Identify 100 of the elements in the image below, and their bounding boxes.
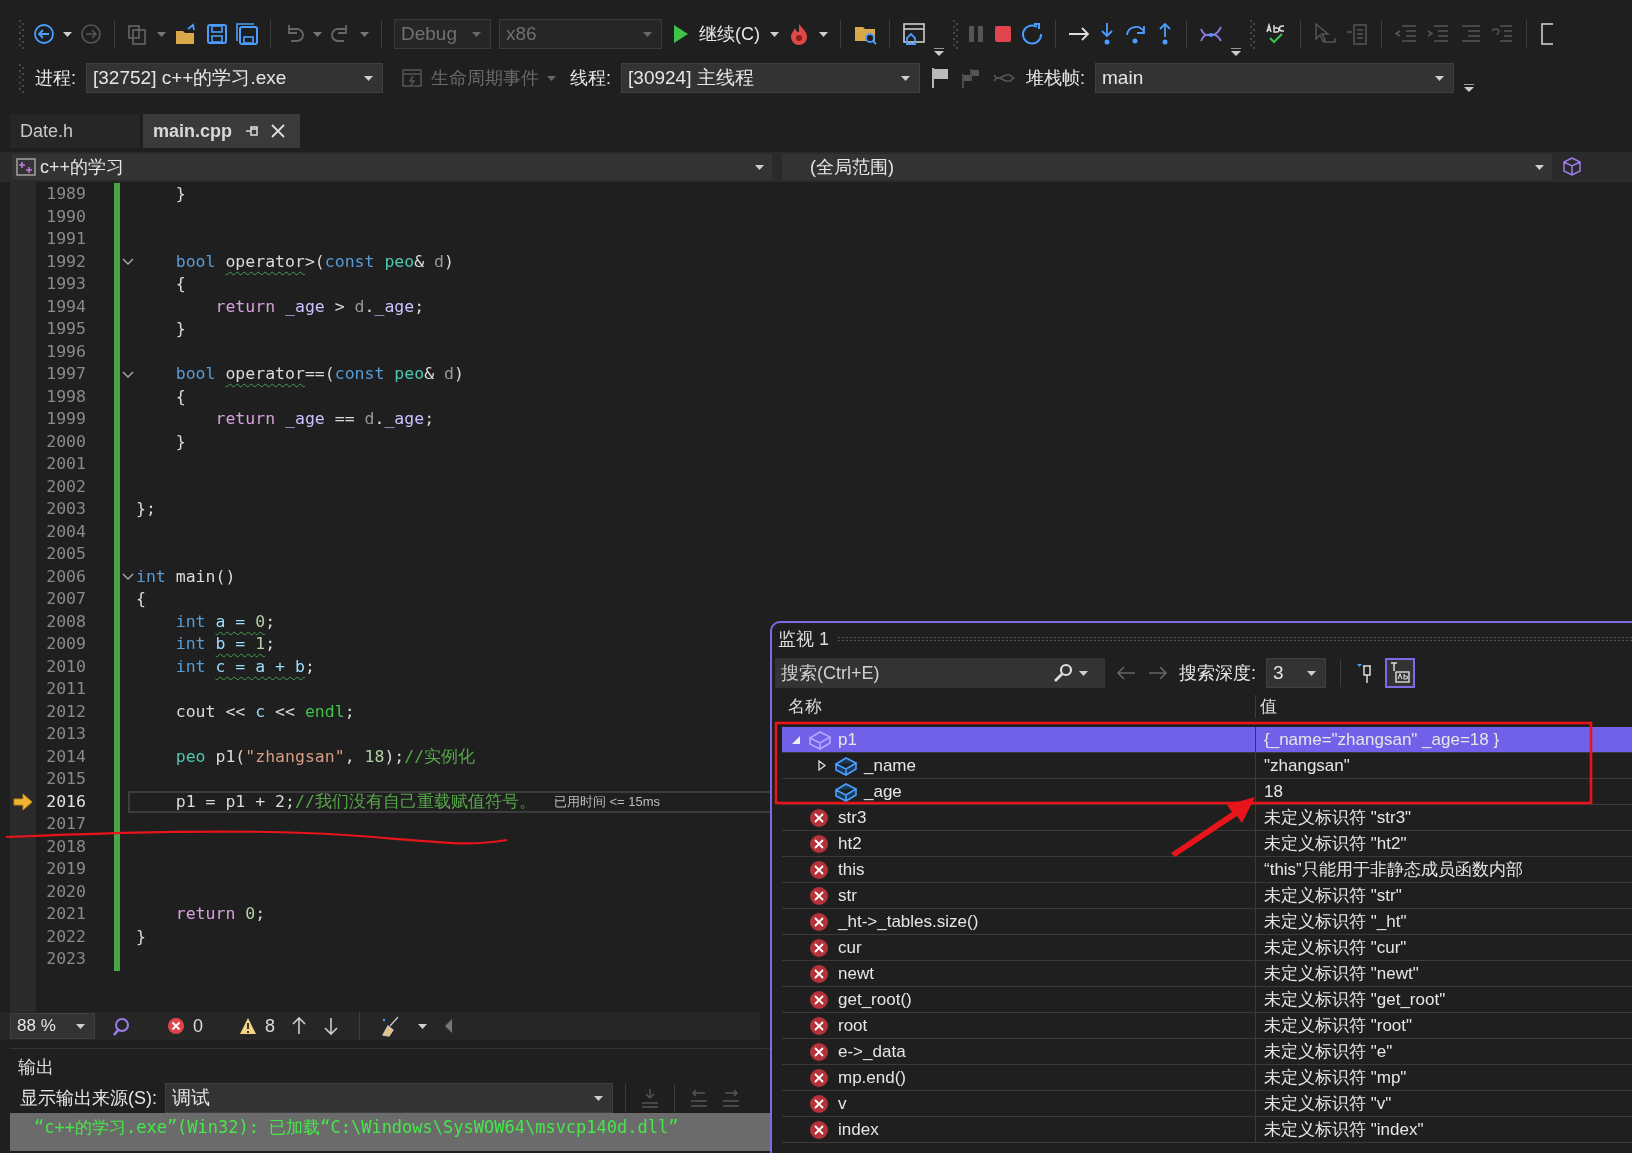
variable-value: 未定义标识符 "cur": [1264, 937, 1407, 959]
variable-value: 未定义标识符 "mp": [1264, 1067, 1407, 1089]
watch-row[interactable]: _ht->_tables.size() 未定义标识符 "_ht": [782, 909, 1632, 935]
code-line: int main(): [136, 565, 236, 588]
line-number: 2010: [45, 655, 87, 678]
stack-frame-dropdown[interactable]: main: [1095, 63, 1455, 93]
line-number: 1993: [45, 273, 87, 295]
thread-label: 线程:: [570, 67, 612, 90]
variable-value: 未定义标识符 "v": [1264, 1093, 1392, 1115]
continue-button[interactable]: 继续(C): [670, 22, 762, 46]
variable-value: 未定义标识符 "newt": [1264, 963, 1419, 985]
line-number: 2011: [45, 678, 87, 700]
variable-value: 未定义标识符 "get_root": [1264, 989, 1446, 1011]
variable-value: {_name="zhangsan" _age=18 }: [1264, 729, 1500, 750]
variable-value: “this”只能用于非静态成员函数内部: [1264, 859, 1523, 881]
line-number: 2002: [45, 475, 87, 498]
variable-name: ht2: [838, 833, 862, 854]
scope-dropdown[interactable]: (全局范围): [782, 154, 1552, 180]
watch-row[interactable]: cur 未定义标识符 "cur": [782, 935, 1632, 961]
line-number: 2014: [45, 745, 87, 768]
line-number: 1995: [45, 318, 87, 340]
line-number: 2005: [45, 543, 87, 565]
line-number: 2020: [45, 880, 87, 903]
watch-row[interactable]: this “this”只能用于非静态成员函数内部: [782, 857, 1632, 883]
variable-value: "zhangsan": [1264, 755, 1350, 776]
search-field[interactable]: 搜索(Ctrl+E): [775, 658, 1105, 688]
line-number: 2001: [45, 453, 87, 475]
line-number: 2000: [45, 430, 87, 453]
line-number: 1994: [45, 295, 87, 318]
variable-value: 未定义标识符 "e": [1264, 1041, 1393, 1063]
code-line: return _age == d._age;: [214, 408, 435, 430]
line-number: 2004: [45, 520, 87, 543]
code-line: int a = 0;: [174, 610, 276, 633]
code-line: {: [174, 385, 186, 408]
watch-row[interactable]: _age 18: [782, 779, 1632, 805]
watch-row[interactable]: str 未定义标识符 "str": [782, 883, 1632, 909]
variable-name: p1: [838, 729, 857, 750]
variable-value: 未定义标识符 "str": [1264, 885, 1402, 907]
variable-value: 未定义标识符 "root": [1264, 1015, 1413, 1037]
line-number: 2003: [45, 498, 87, 520]
zoom-dropdown[interactable]: 88 %: [10, 1013, 95, 1039]
code-line: bool operator==(const peo& d): [174, 363, 464, 385]
line-number: 2022: [45, 925, 87, 948]
stack-frame-label: 堆栈帧:: [1026, 67, 1086, 90]
variable-value: 未定义标识符 "_ht": [1264, 911, 1407, 933]
column-header[interactable]: 名称: [782, 695, 1256, 718]
line-number: 1991: [45, 228, 87, 250]
watch-row[interactable]: p1 {_name="zhangsan" _age=18 }: [782, 727, 1632, 753]
line-number: 2019: [45, 858, 87, 880]
variable-value: 未定义标识符 "ht2": [1264, 833, 1407, 855]
code-line: };: [136, 498, 156, 520]
code-line: peo p1("zhangsan", 18);//实例化: [174, 745, 476, 768]
file-tab[interactable]: main.cpp: [143, 114, 300, 148]
line-number: 1990: [45, 205, 87, 228]
project-dropdown[interactable]: c++的学习: [12, 154, 772, 180]
line-number: 2021: [45, 903, 87, 925]
output-source-dropdown[interactable]: 调试: [165, 1083, 613, 1113]
panel-title: 输出: [17, 1056, 55, 1079]
process-label: 进程:: [35, 67, 76, 90]
watch-row[interactable]: mp.end() 未定义标识符 "mp": [782, 1065, 1632, 1091]
panel-title: 监视 1: [778, 628, 829, 651]
code-line: return _age > d._age;: [214, 295, 425, 318]
file-tab[interactable]: Date.h: [10, 114, 140, 148]
warning-count[interactable]: 8: [239, 1015, 276, 1037]
watch-row[interactable]: v 未定义标识符 "v": [782, 1091, 1632, 1117]
variable-name: cur: [838, 937, 862, 958]
line-number: 2007: [45, 588, 87, 610]
column-header[interactable]: 值: [1256, 695, 1632, 718]
output-source-label: 显示输出来源(S):: [20, 1087, 157, 1110]
line-number: 2009: [45, 633, 87, 655]
variable-name: _age: [864, 781, 902, 802]
variable-name: str: [838, 885, 857, 906]
code-line: return 0;: [174, 903, 266, 925]
line-number: 1999: [45, 408, 87, 430]
variable-value: 未定义标识符 "index": [1264, 1119, 1424, 1141]
line-number: 1992: [45, 250, 87, 273]
process-dropdown[interactable]: [32752] c++的学习.exe: [86, 63, 383, 93]
line-number: 2015: [45, 768, 87, 790]
variable-name: v: [838, 1093, 847, 1114]
watch-row[interactable]: index 未定义标识符 "index": [782, 1117, 1632, 1143]
watch-row[interactable]: _name "zhangsan": [782, 753, 1632, 779]
variable-name: _ht->_tables.size(): [838, 911, 979, 932]
line-number: 1997: [45, 363, 87, 385]
search-depth-label: 搜索深度:: [1179, 662, 1256, 685]
line-number: 2006: [45, 565, 87, 588]
line-number: 1998: [45, 385, 87, 408]
line-number: 2013: [45, 723, 87, 745]
thread-dropdown[interactable]: [30924] 主线程: [621, 63, 921, 93]
code-line: cout << c << endl;: [174, 700, 355, 723]
variable-name: index: [838, 1119, 879, 1140]
line-number: 2016: [45, 790, 87, 813]
variable-value: 未定义标识符 "str3": [1264, 807, 1412, 829]
watch-row[interactable]: newt 未定义标识符 "newt": [782, 961, 1632, 987]
watch-row[interactable]: root 未定义标识符 "root": [782, 1013, 1632, 1039]
search-depth-dropdown[interactable]: 3: [1266, 658, 1326, 688]
watch-row[interactable]: e->_data 未定义标识符 "e": [782, 1039, 1632, 1065]
error-count[interactable]: 0: [167, 1015, 203, 1037]
watch-row[interactable]: get_root() 未定义标识符 "get_root": [782, 987, 1632, 1013]
code-line: int c = a + b;: [174, 655, 315, 678]
line-number: 1996: [45, 340, 87, 363]
